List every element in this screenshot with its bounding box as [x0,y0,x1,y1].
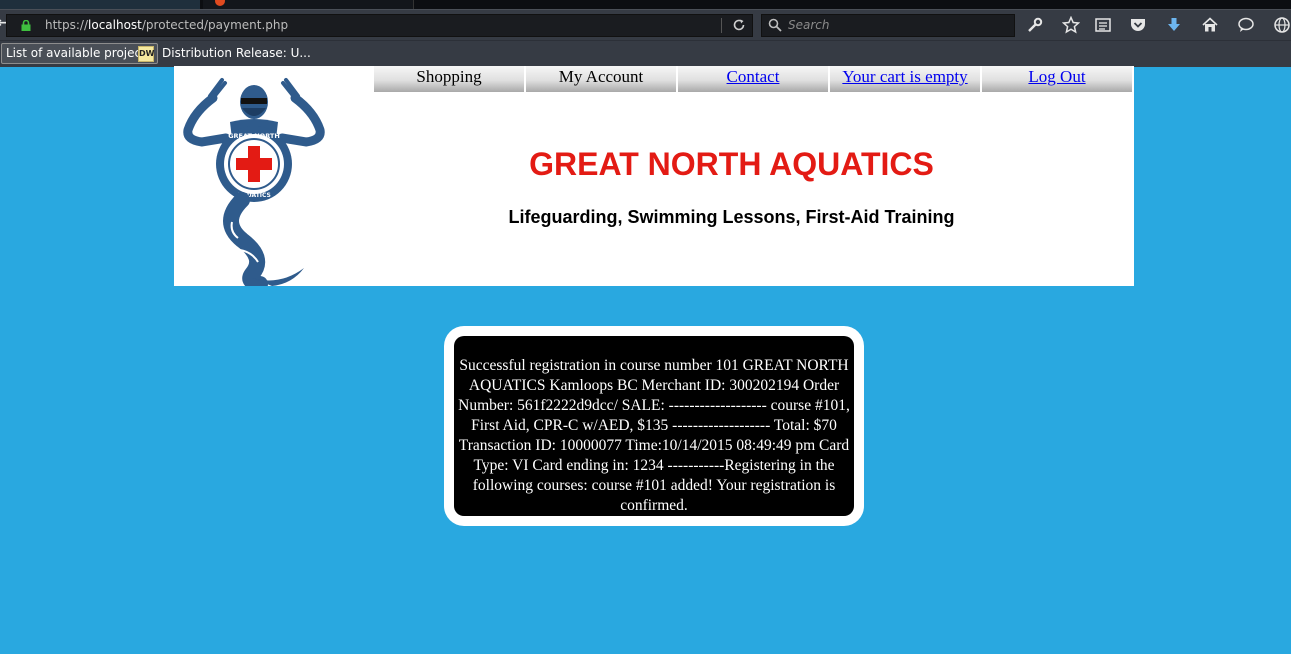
nav-shopping[interactable]: Shopping [374,66,524,92]
wrench-icon[interactable] [1026,16,1044,34]
site-tagline: Lifeguarding, Swimming Lessons, First-Ai… [508,207,955,227]
globe-icon[interactable] [1273,16,1291,34]
nav-my-account[interactable]: My Account [526,66,676,92]
search-icon [768,18,782,32]
confirmation-panel: Successful registration in course number… [454,336,854,516]
distrowatch-icon: DW [138,45,154,62]
confirmation-box: Successful registration in course number… [444,326,864,526]
url-bar[interactable]: https://localhost/protected/payment.php [6,14,753,37]
site-nav: Shopping My Account Contact Your cart is… [374,66,1134,92]
nav-contact-link[interactable]: Contact [678,66,828,92]
bookmark-label: Distribution Release: U... [162,46,311,60]
browser-tab-active[interactable] [0,0,200,9]
tab-favicon-icon [215,0,225,6]
nav-logout-link[interactable]: Log Out [982,66,1132,92]
browser-tab[interactable] [203,0,414,9]
url-separator [721,18,722,33]
chat-icon[interactable] [1237,16,1255,34]
tab-strip [0,0,1291,9]
bookmarks-toolbar: List of available projec... DW Distributi… [0,40,1291,67]
reading-list-icon[interactable] [1094,16,1112,34]
nav-cart-link[interactable]: Your cart is empty [830,66,980,92]
site-header: GREAT NORTH AQUATICS Shopping My Account… [174,66,1134,286]
bookmark-item[interactable]: List of available projec... [1,43,158,64]
home-icon[interactable] [1201,16,1219,34]
browser-navbar: ← https://localhost/protected/payment.ph… [0,9,1291,40]
lock-icon [21,20,31,31]
star-icon[interactable] [1062,16,1080,34]
search-bar[interactable]: Search [761,14,1015,37]
logo-top-text: GREAT NORTH [228,132,280,140]
bookmark-item[interactable]: DW Distribution Release: U... [138,44,311,63]
pocket-icon[interactable] [1129,16,1147,34]
download-icon[interactable] [1165,16,1183,34]
site-title: GREAT NORTH AQUATICS [529,146,934,182]
search-placeholder: Search [788,18,830,32]
confirmation-message: Successful registration in course number… [458,357,850,514]
url-text[interactable]: https://localhost/protected/payment.php [45,18,288,32]
great-north-aquatics-logo: GREAT NORTH AQUATICS [183,78,325,286]
reload-icon[interactable] [731,17,747,33]
